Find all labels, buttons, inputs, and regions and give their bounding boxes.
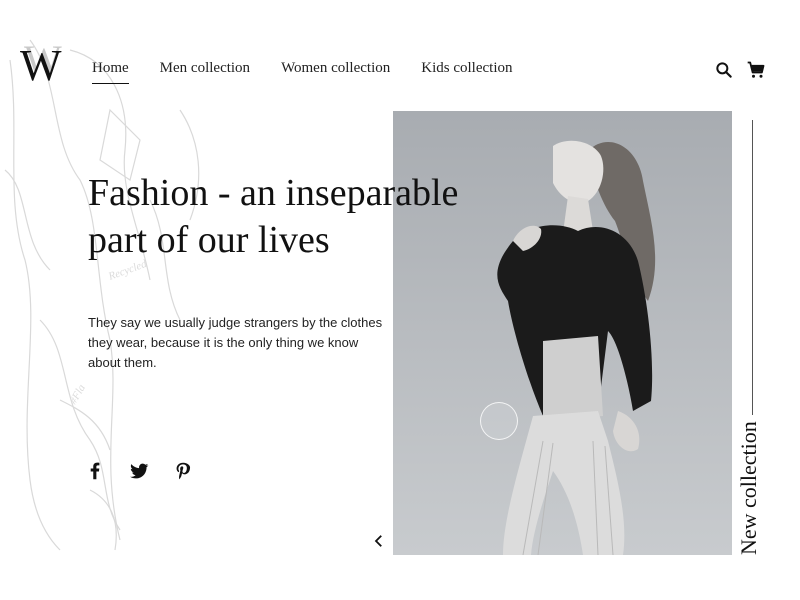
nav-home[interactable]: Home	[92, 60, 129, 84]
svg-text:#Fla: #Fla	[67, 382, 88, 406]
pinterest-icon[interactable]	[172, 460, 194, 482]
nav-kids-collection[interactable]: Kids collection	[421, 60, 512, 84]
hero-description: They say we usually judge strangers by t…	[88, 315, 383, 370]
header-actions	[714, 60, 766, 80]
landing-page: Recycled #Fla W W Home Men collection Wo…	[0, 0, 800, 600]
search-icon[interactable]	[714, 60, 734, 80]
chevron-left-icon[interactable]	[370, 532, 388, 550]
brand-logo[interactable]: W W	[20, 37, 68, 90]
hero-headline-line-2: part of our lives	[88, 219, 330, 261]
side-divider	[752, 120, 753, 415]
nav-women-collection[interactable]: Women collection	[281, 60, 390, 84]
main-nav: Home Men collection Women collection Kid…	[92, 60, 543, 84]
twitter-icon[interactable]	[128, 460, 150, 482]
cart-icon[interactable]	[746, 60, 766, 80]
photo-hotspot[interactable]	[480, 402, 518, 440]
new-collection-link[interactable]: New collection	[736, 421, 762, 555]
hero-headline: Fashion - an inseparable part of our liv…	[88, 170, 508, 264]
nav-men-collection[interactable]: Men collection	[160, 60, 250, 84]
logo-letter: W	[20, 41, 61, 90]
hero-headline-line-1: Fashion - an inseparable	[88, 172, 459, 214]
facebook-icon[interactable]	[84, 460, 106, 482]
social-links	[84, 460, 194, 482]
